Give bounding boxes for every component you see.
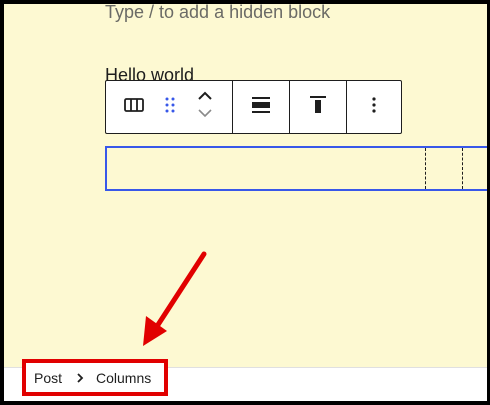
annotation-arrow-icon bbox=[143, 251, 207, 346]
editor-canvas: Type / to add a hidden block Hello world bbox=[4, 4, 487, 401]
